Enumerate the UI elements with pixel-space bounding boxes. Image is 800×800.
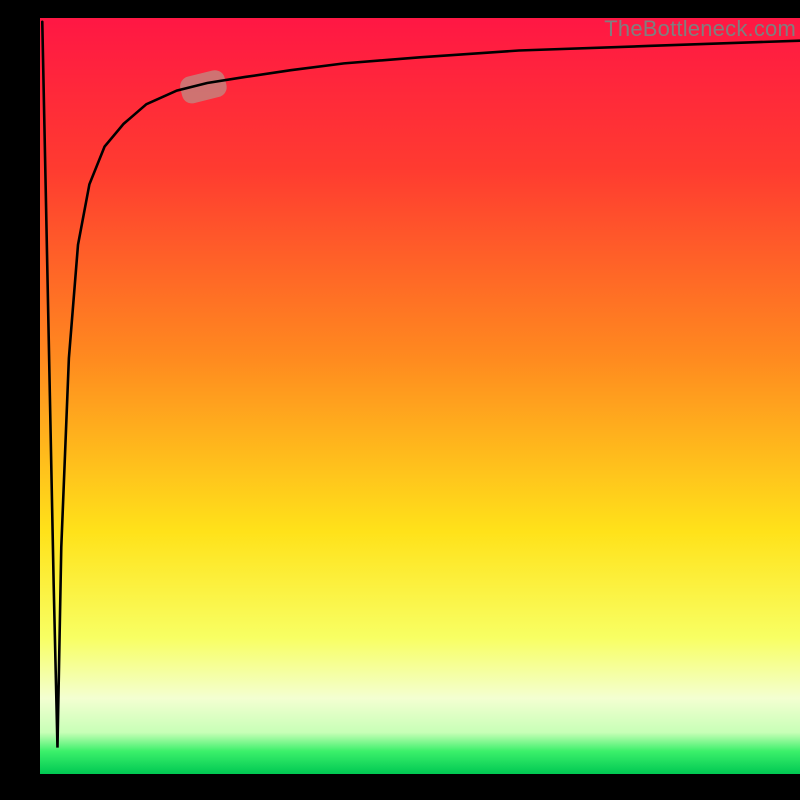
chart-frame: TheBottleneck.com [0,0,800,800]
plot-area: TheBottleneck.com [40,18,800,774]
watermark-text: TheBottleneck.com [604,18,796,42]
background-gradient [40,18,800,774]
